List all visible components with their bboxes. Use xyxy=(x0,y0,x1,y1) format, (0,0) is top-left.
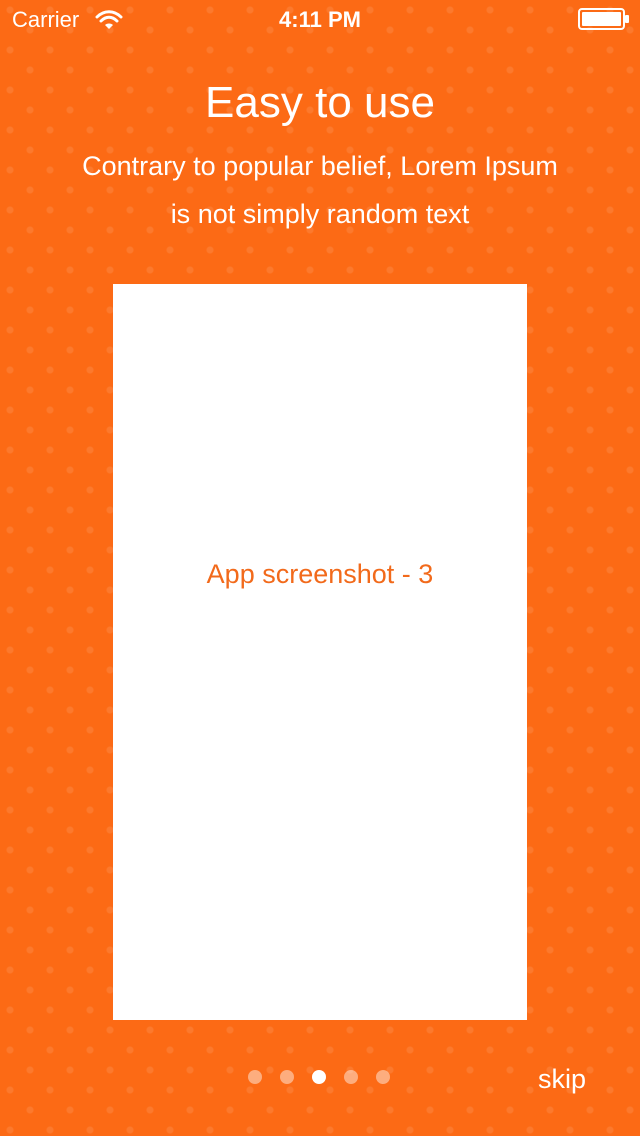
page-subtitle: Contrary to popular belief, Lorem Ipsum … xyxy=(82,151,558,229)
page-dot-4[interactable] xyxy=(344,1070,358,1084)
status-bar: Carrier 4:11 PM xyxy=(0,0,640,40)
battery-icon xyxy=(578,8,629,30)
clock: 4:11 PM xyxy=(279,7,361,32)
page-dot-2[interactable] xyxy=(280,1070,294,1084)
page-dot-1[interactable] xyxy=(248,1070,262,1084)
app-screenshot-card xyxy=(113,284,527,1020)
skip-button[interactable]: skip xyxy=(520,1062,604,1096)
page-title: Easy to use xyxy=(205,78,435,127)
page-dot-3[interactable] xyxy=(312,1070,326,1084)
page-indicator[interactable] xyxy=(248,1070,390,1086)
page-dot-5[interactable] xyxy=(376,1070,390,1084)
app-screenshot-label: App screenshot - 3 xyxy=(206,559,434,589)
